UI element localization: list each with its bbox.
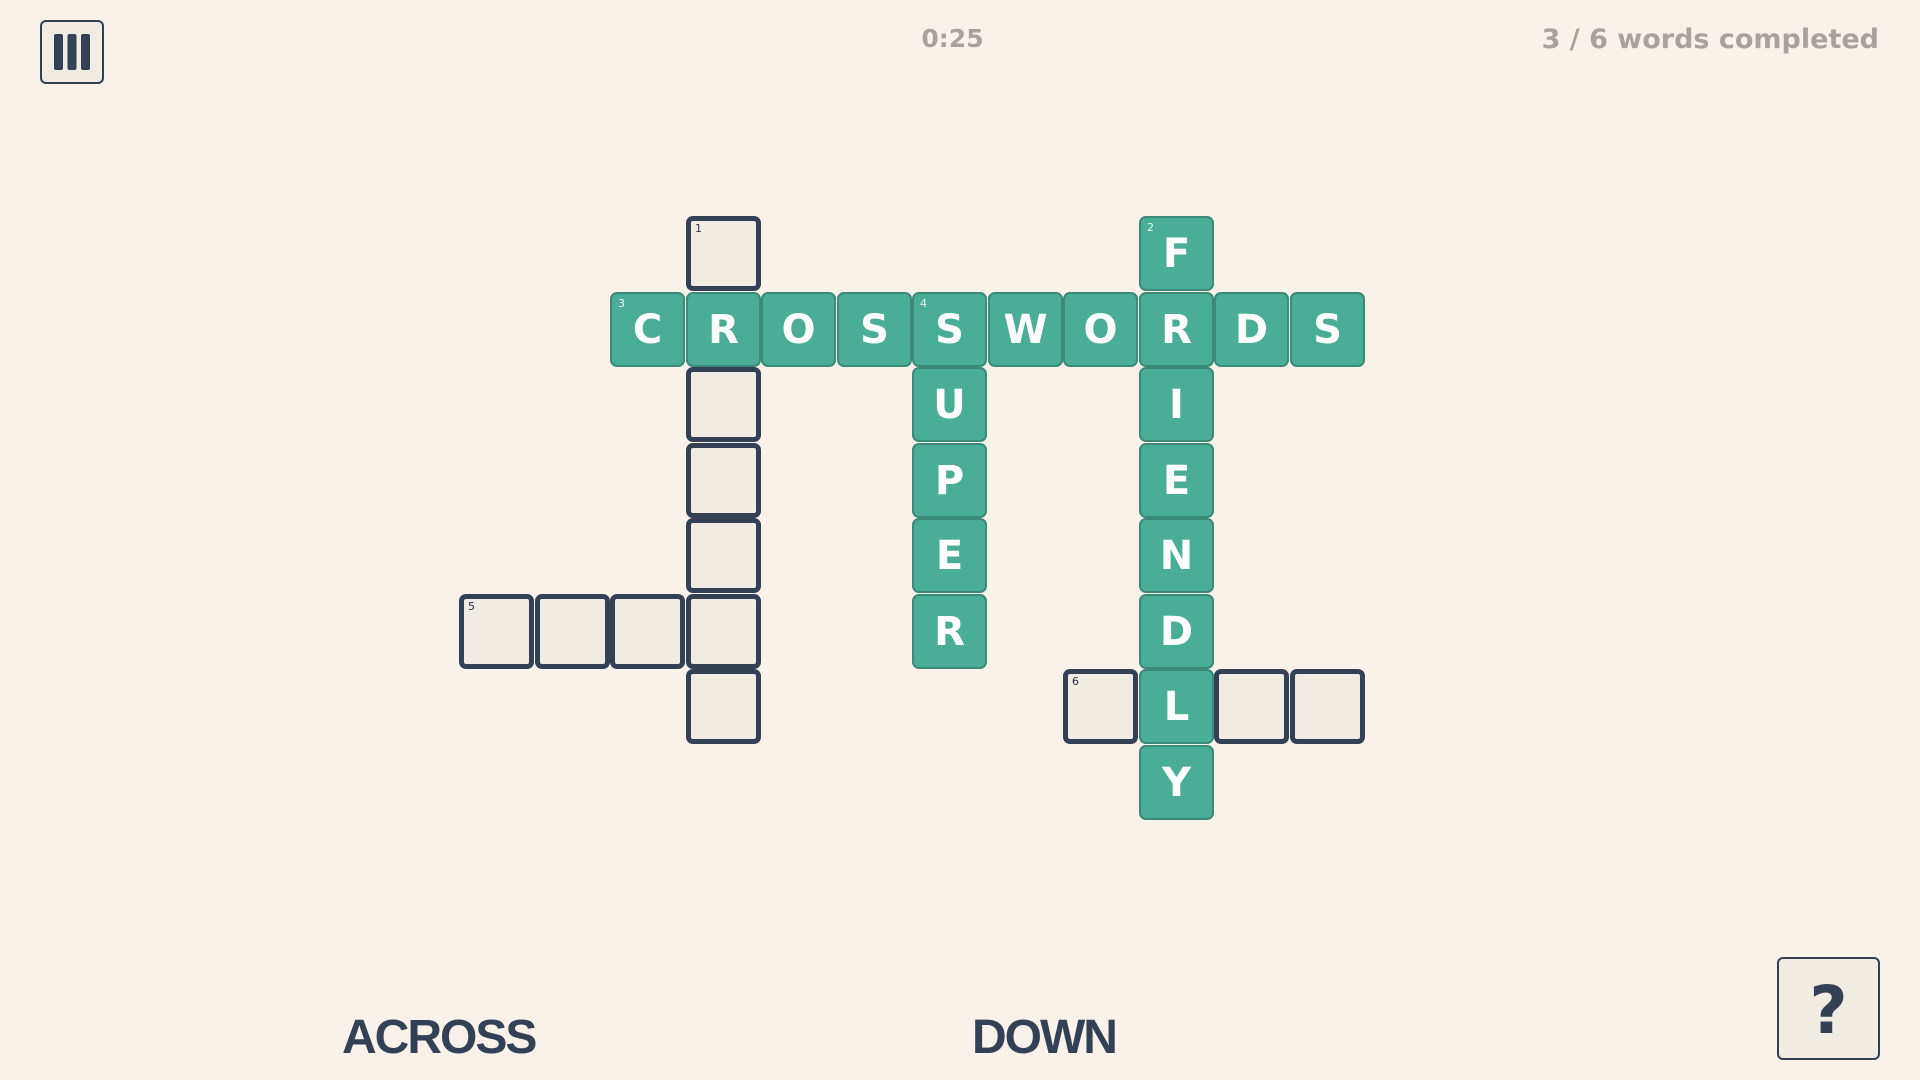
grid-cell[interactable]: W bbox=[988, 292, 1063, 367]
grid-cell[interactable]: L bbox=[1139, 669, 1214, 744]
grid-cell[interactable]: 2F bbox=[1139, 216, 1214, 291]
grid-cell[interactable]: I bbox=[1139, 367, 1214, 442]
crossword-grid: 12F3CROS4SWORDSUIPEEN5RD6LY bbox=[0, 0, 1920, 1080]
cell-letter: S bbox=[860, 306, 889, 353]
grid-cell[interactable]: Y bbox=[1139, 745, 1214, 820]
help-icon: ? bbox=[1809, 971, 1848, 1049]
cell-letter: R bbox=[708, 306, 739, 353]
cell-letter: F bbox=[1162, 230, 1191, 277]
clue-number: 5 bbox=[468, 600, 475, 613]
grid-cell[interactable]: D bbox=[1214, 292, 1289, 367]
across-clues-heading: ACROSS bbox=[342, 1011, 537, 1064]
cell-letter: P bbox=[934, 457, 965, 504]
cell-letter: O bbox=[781, 306, 816, 353]
grid-cell[interactable]: R bbox=[686, 292, 761, 367]
cell-letter: W bbox=[1003, 306, 1048, 353]
grid-cell[interactable]: 6 bbox=[1063, 669, 1138, 744]
grid-cell[interactable] bbox=[686, 518, 761, 593]
cell-letter: Y bbox=[1162, 759, 1191, 806]
cell-letter: E bbox=[935, 532, 964, 579]
grid-cell[interactable]: P bbox=[912, 443, 987, 518]
grid-cell[interactable]: R bbox=[1139, 292, 1214, 367]
grid-cell[interactable] bbox=[686, 669, 761, 744]
grid-cell[interactable]: O bbox=[761, 292, 836, 367]
cell-letter: R bbox=[934, 608, 965, 655]
grid-cell[interactable]: 3C bbox=[610, 292, 685, 367]
clue-number: 6 bbox=[1072, 675, 1079, 688]
cell-letter: D bbox=[1159, 608, 1194, 655]
help-button[interactable]: ? bbox=[1777, 957, 1880, 1060]
cell-letter: C bbox=[632, 306, 663, 353]
clue-number: 1 bbox=[695, 222, 702, 235]
cell-letter: E bbox=[1162, 457, 1191, 504]
grid-cell[interactable]: S bbox=[837, 292, 912, 367]
grid-cell[interactable]: E bbox=[1139, 443, 1214, 518]
grid-cell[interactable] bbox=[1214, 669, 1289, 744]
grid-cell[interactable]: 5 bbox=[459, 594, 534, 669]
cell-letter: S bbox=[935, 306, 964, 353]
cell-letter: L bbox=[1163, 683, 1190, 730]
grid-cell[interactable]: U bbox=[912, 367, 987, 442]
cell-letter: R bbox=[1161, 306, 1192, 353]
grid-cell[interactable] bbox=[1290, 669, 1365, 744]
grid-cell[interactable]: O bbox=[1063, 292, 1138, 367]
cell-letter: N bbox=[1159, 532, 1194, 579]
grid-cell[interactable]: R bbox=[912, 594, 987, 669]
grid-cell[interactable]: D bbox=[1139, 594, 1214, 669]
cell-letter: U bbox=[933, 381, 966, 428]
grid-cell[interactable] bbox=[535, 594, 610, 669]
cell-letter: D bbox=[1234, 306, 1269, 353]
down-clues-heading: DOWN bbox=[972, 1011, 1118, 1064]
cell-letter: I bbox=[1169, 381, 1184, 428]
grid-cell[interactable] bbox=[686, 367, 761, 442]
grid-cell[interactable]: S bbox=[1290, 292, 1365, 367]
grid-cell[interactable] bbox=[610, 594, 685, 669]
words-completed-counter: 3 / 6 words completed bbox=[1541, 24, 1879, 55]
grid-cell[interactable]: 1 bbox=[686, 216, 761, 291]
cell-letter: O bbox=[1083, 306, 1118, 353]
cell-letter: S bbox=[1313, 306, 1342, 353]
grid-cell[interactable]: E bbox=[912, 518, 987, 593]
grid-cell[interactable]: 4S bbox=[912, 292, 987, 367]
grid-cell[interactable] bbox=[686, 594, 761, 669]
grid-cell[interactable] bbox=[686, 443, 761, 518]
grid-cell[interactable]: N bbox=[1139, 518, 1214, 593]
